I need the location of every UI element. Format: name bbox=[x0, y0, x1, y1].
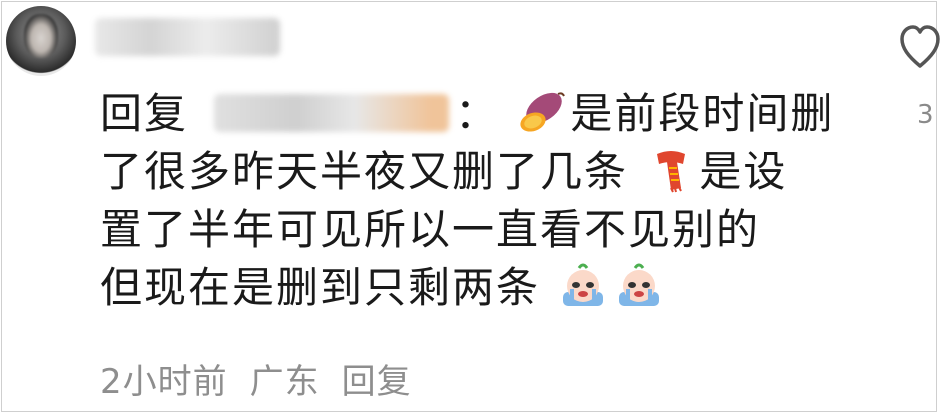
comment-text-4: 置了半年可见所以一直看不见别的 bbox=[100, 205, 761, 254]
comment-line-4: 但现在是删到只剩两条 bbox=[100, 260, 890, 318]
like-count: 3 bbox=[917, 100, 934, 130]
colon: ： bbox=[455, 89, 500, 138]
scarf-icon bbox=[657, 151, 686, 193]
comment-text-3: 是设 bbox=[699, 147, 788, 196]
crying-face-icon bbox=[563, 263, 604, 306]
comment-meta: 2小时前 广东 回复 bbox=[100, 354, 434, 403]
heart-icon[interactable] bbox=[900, 22, 940, 72]
comment-text-1: 是前段时间删 bbox=[570, 89, 835, 138]
reply-prefix: 回复 bbox=[100, 89, 189, 138]
crying-face-icon bbox=[619, 263, 660, 306]
reply-button[interactable]: 回复 bbox=[342, 362, 412, 402]
comment-body: 回复 ： 是前段时间删 了很多昨天半夜又删了几条 是设 置了半年可见所以一直看不见… bbox=[100, 86, 890, 318]
sweet-potato-icon bbox=[520, 92, 566, 132]
comment-location: 广东 bbox=[249, 362, 320, 402]
comment-line-1: 回复 ： 是前段时间删 bbox=[100, 86, 890, 144]
username-blurred[interactable] bbox=[95, 18, 280, 56]
comment-text-2: 了很多昨天半夜又删了几条 bbox=[100, 147, 629, 196]
reply-target-blurred[interactable] bbox=[214, 94, 450, 132]
avatar[interactable] bbox=[6, 6, 76, 76]
comment-line-2: 了很多昨天半夜又删了几条 是设 bbox=[100, 144, 890, 202]
comment-line-3: 置了半年可见所以一直看不见别的 bbox=[100, 202, 890, 260]
avatar-face bbox=[24, 14, 58, 58]
comment-time: 2小时前 bbox=[100, 362, 228, 402]
comment-text-5: 但现在是删到只剩两条 bbox=[100, 263, 541, 312]
